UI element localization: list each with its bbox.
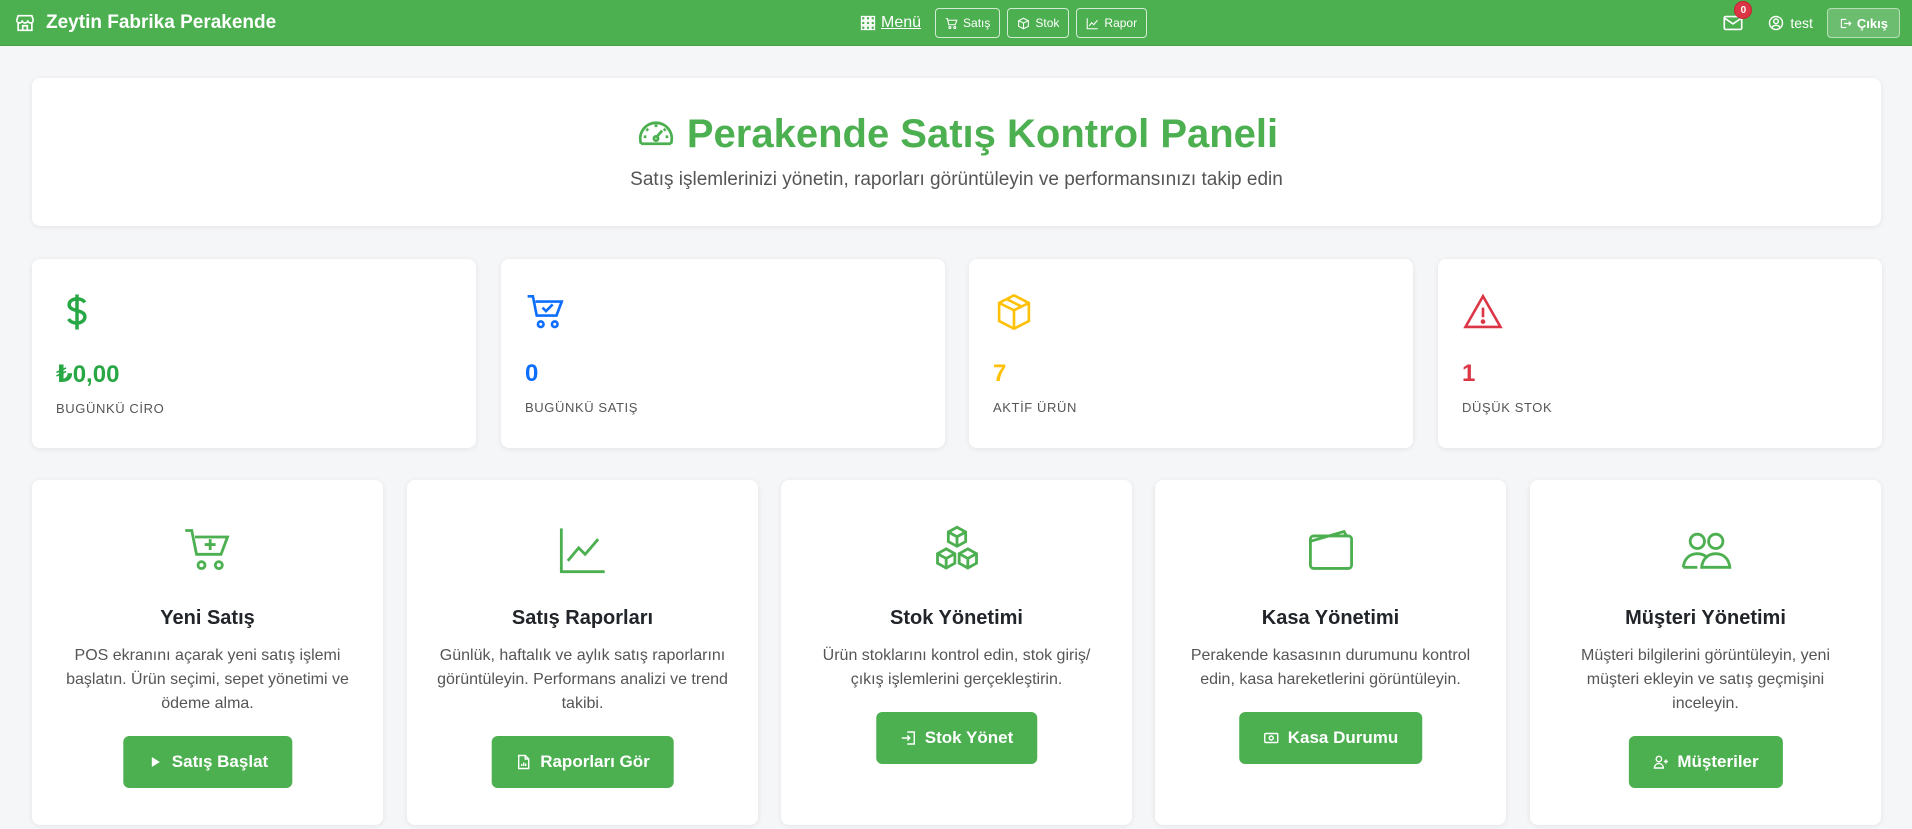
nav-satis-button[interactable]: Satış [935,8,1001,38]
nav-center: Menü Satış Stok Rapor [860,0,1148,46]
user-info: test [1768,15,1813,31]
page-title-text: Perakende Satış Kontrol Paneli [686,112,1279,156]
logout-button[interactable]: Çıkış [1826,8,1900,38]
stat-value: 0 [525,360,539,387]
stat-card-satis: 0 BUGÜNKÜ SATIŞ [501,259,945,448]
feature-card-stok-yonetimi: Stok Yönetimi Ürün stoklarını kontrol ed… [781,480,1132,825]
feature-desc: Günlük, haftalık ve aylık satış raporlar… [437,647,728,712]
feature-desc: Ürün stoklarını kontrol edin, stok giriş… [822,647,1091,688]
stok-yonet-button[interactable]: Stok Yönet [875,712,1038,764]
logout-icon [1840,18,1852,28]
nav-menu-link[interactable]: Menü [860,14,921,32]
cart-icon [945,17,958,29]
header-card: Perakende Satış Kontrol Paneli Satış işl… [32,78,1881,226]
person-plus-icon [1653,755,1668,769]
feature-title: Kasa Yönetimi [1261,607,1400,629]
feature-card-kasa-yonetimi: Kasa Yönetimi Perakende kasasının durumu… [1155,480,1506,825]
chart-line-icon [1087,17,1099,29]
login-box-icon [901,731,915,745]
stat-label: BUGÜNKÜ CİRO [56,401,165,416]
nav-rapor-label: Rapor [1104,16,1138,30]
username: test [1790,15,1813,31]
feature-title: Yeni Satış [160,607,255,629]
satis-baslat-button[interactable]: Satış Başlat [122,736,293,788]
page-title: Perakende Satış Kontrol Paneli [32,112,1881,157]
stat-value: ₺0,00 [56,361,120,388]
graph-up-icon [559,528,605,574]
warning-icon [1463,293,1503,329]
stat-label: DÜŞÜK STOK [1462,400,1553,415]
stat-label: AKTİF ÜRÜN [993,400,1077,415]
stok-yonet-label: Stok Yönet [924,728,1014,747]
feature-title: Satış Raporları [511,607,654,629]
feature-card-satis-raporlari: Satış Raporları Günlük, haftalık ve aylı… [407,480,758,825]
mail-button[interactable]: 0 [1720,1,1753,36]
nav-menu-label: Menü [881,14,922,31]
nav-stok-button[interactable]: Stok [1007,8,1070,38]
feature-card-yeni-satis: Yeni Satış POS ekranını açarak yeni satı… [32,480,383,825]
nav-satis-label: Satış [963,16,991,30]
cash-icon [1263,732,1278,744]
kasa-durumu-button[interactable]: Kasa Durumu [1238,712,1423,764]
box-icon [997,293,1031,331]
stat-value: 7 [993,360,1007,387]
cart-check-icon [527,294,564,329]
play-icon [151,757,160,767]
raporlari-gor-label: Raporları Gör [540,752,650,771]
grid-icon [860,15,876,31]
stat-card-urun: 7 AKTİF ÜRÜN [969,259,1413,448]
kasa-durumu-label: Kasa Durumu [1287,728,1399,747]
file-chart-icon [517,754,529,770]
logout-label: Çıkış [1856,15,1888,31]
musteriler-label: Müşteriler [1677,752,1759,771]
user-circle-icon [1769,15,1784,31]
raporlari-gor-button[interactable]: Raporları Gör [491,736,674,788]
nav-rapor-button[interactable]: Rapor [1076,8,1148,38]
brand-name: Zeytin Fabrika Perakende [46,11,277,33]
people-icon [1681,532,1731,569]
dollar-icon [67,294,87,330]
satis-baslat-label: Satış Başlat [171,752,269,771]
wallet-icon [1308,529,1353,570]
musteriler-button[interactable]: Müşteriler [1628,736,1783,788]
box-icon [1018,17,1030,29]
cart-plus-icon [184,529,230,571]
shop-icon [15,14,35,31]
feature-title: Stok Yönetimi [890,607,1023,629]
stat-card-dusuk-stok: 1 DÜŞÜK STOK [1438,259,1882,448]
mail-count-badge: 0 [1734,1,1753,19]
feature-desc: Perakende kasasının durumunu kontrol edi… [1190,647,1471,688]
stat-label: BUGÜNKÜ SATIŞ [525,400,639,415]
stat-card-ciro: ₺0,00 BUGÜNKÜ CİRO [32,259,476,448]
feature-desc: Müşteri bilgilerini görüntüleyin, yeni m… [1580,647,1830,712]
navbar: Zeytin Fabrika Perakende Menü Satış Stok… [0,0,1912,46]
page-subtitle: Satış işlemlerinizi yönetin, raporları g… [630,169,1283,190]
nav-stok-label: Stok [1035,16,1060,30]
brand[interactable]: Zeytin Fabrika Perakende [14,12,276,34]
speedometer-icon [638,121,673,145]
feature-desc: POS ekranını açarak yeni satış işlemi ba… [66,647,349,712]
nav-right: 0 test Çıkış [1720,0,1900,46]
feature-title: Müşteri Yönetimi [1625,607,1786,629]
stat-value: 1 [1462,360,1476,387]
feature-card-musteri-yonetimi: Müşteri Yönetimi Müşteri bilgilerini gör… [1530,480,1881,825]
boxes-icon [935,525,978,570]
